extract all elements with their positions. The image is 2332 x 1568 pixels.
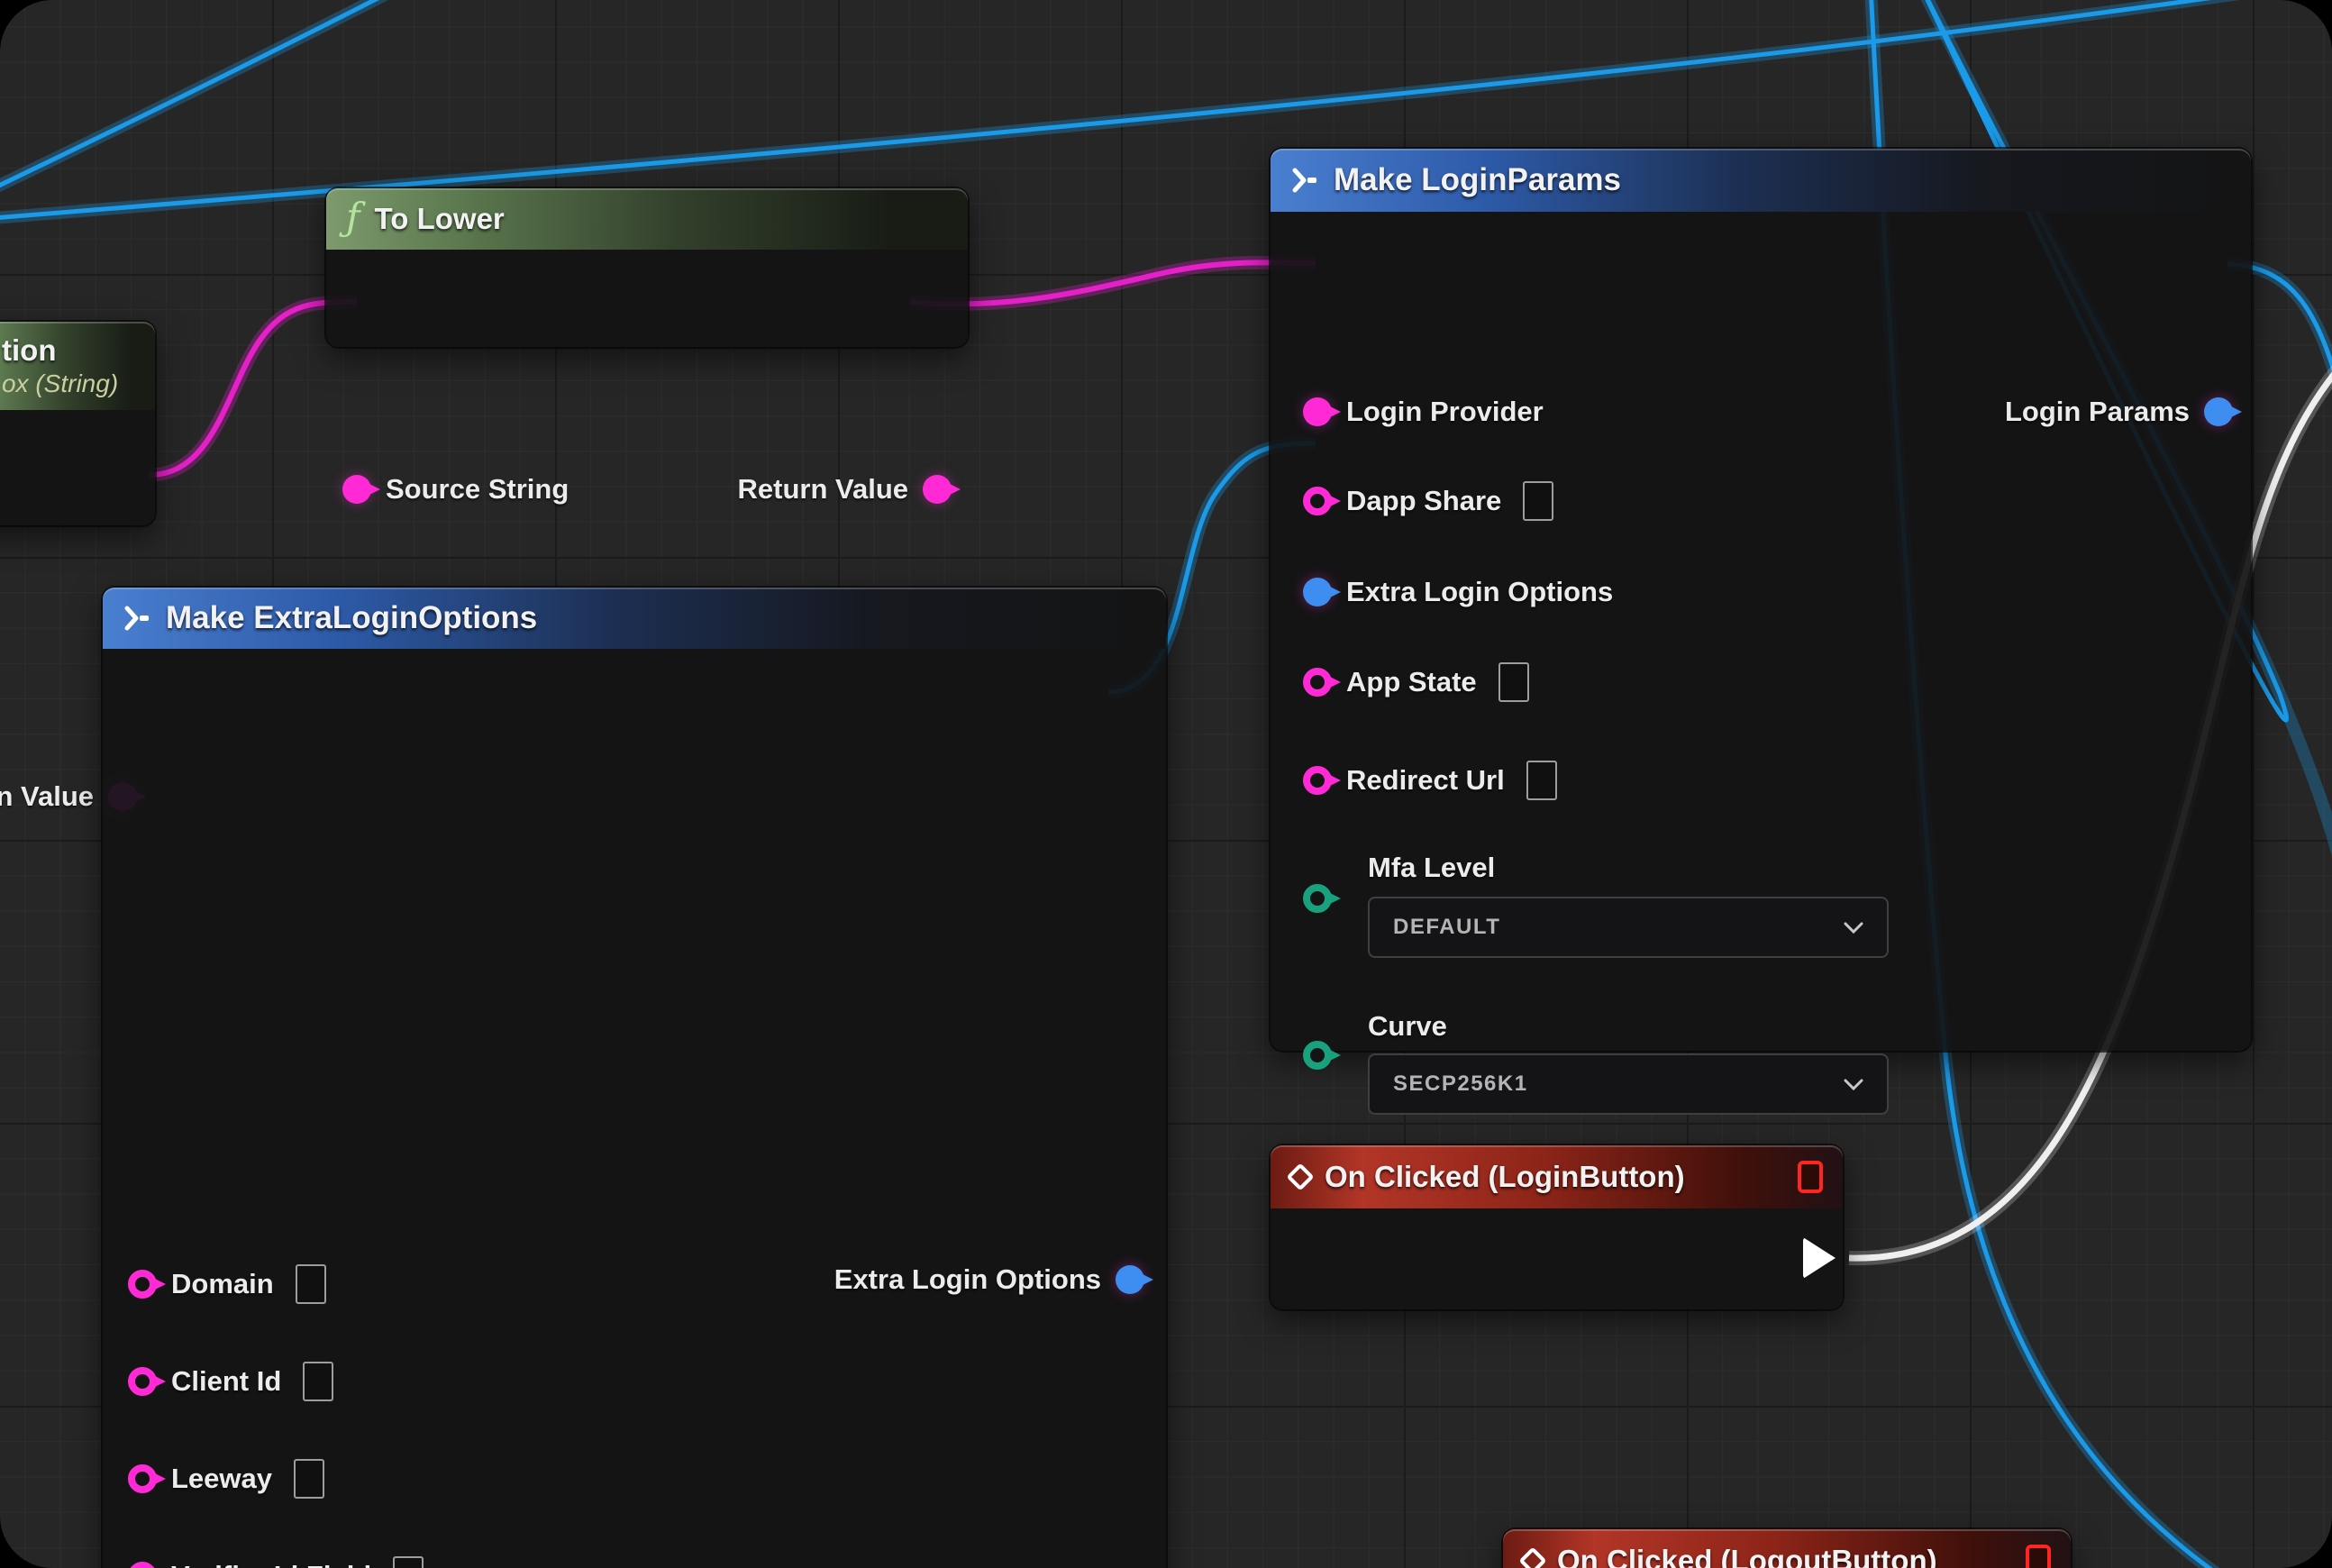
blueprint-graph-canvas[interactable]: tion ox (String) eturn Value ƒ To Lower …: [0, 0, 2332, 1568]
verifier-id-field-textbox[interactable]: [393, 1556, 424, 1568]
verifier-id-field-pin[interactable]: [128, 1562, 157, 1568]
dapp-share-pin[interactable]: [1303, 487, 1332, 515]
delegate-pin-icon[interactable]: [1798, 1161, 1823, 1193]
curve-dropdown[interactable]: SECP256K1: [1368, 1053, 1889, 1115]
pin-row-dapp-share: Dapp Share: [1303, 481, 1553, 521]
client-id-pin[interactable]: [128, 1367, 157, 1396]
make-struct-icon: [1290, 166, 1319, 195]
node-header[interactable]: On Clicked (LoginButton): [1271, 1145, 1843, 1208]
dapp-share-textbox[interactable]: [1523, 481, 1553, 521]
pin-row-leeway: Leeway: [128, 1459, 324, 1499]
login-params-output-label: Login Params: [2005, 396, 2190, 428]
make-struct-icon: [123, 604, 151, 633]
curve-label: Curve: [1368, 1010, 1447, 1043]
node-title: Make ExtraLoginOptions: [166, 600, 537, 636]
dapp-share-label: Dapp Share: [1346, 485, 1501, 517]
domain-textbox[interactable]: [296, 1264, 326, 1304]
redirect-url-label: Redirect Url: [1346, 764, 1505, 797]
delegate-pin-icon[interactable]: [2026, 1545, 2051, 1568]
client-id-label: Client Id: [171, 1365, 281, 1398]
curve-pin[interactable]: [1303, 1041, 1332, 1070]
pin-row-app-state: App State: [1303, 662, 1529, 702]
redirect-url-textbox[interactable]: [1526, 761, 1557, 800]
app-state-textbox[interactable]: [1498, 662, 1529, 702]
leeway-textbox[interactable]: [294, 1459, 324, 1499]
mfa-level-label: Mfa Level: [1368, 852, 1495, 884]
wire-blue-diagonal-topleft[interactable]: [0, 0, 401, 194]
source-string-label: Source String: [386, 473, 569, 506]
login-params-output-row: Login Params: [2005, 392, 2233, 432]
mfa-level-dropdown[interactable]: DEFAULT: [1368, 897, 1889, 958]
app-state-pin[interactable]: [1303, 668, 1332, 697]
return-value-pin[interactable]: [923, 475, 952, 504]
chevron-down-icon: [1844, 922, 1863, 934]
pin-row-extra-login-options: Extra Login Options: [1303, 572, 1613, 612]
node-header[interactable]: Make LoginParams: [1271, 149, 2251, 212]
node-title: To Lower: [375, 202, 505, 236]
login-provider-label: Login Provider: [1346, 396, 1544, 428]
source-string-pin[interactable]: [342, 475, 371, 504]
extra-login-options-pin[interactable]: [1303, 578, 1332, 606]
extra-login-options-label: Extra Login Options: [1346, 576, 1613, 608]
source-string-row: Source String: [342, 469, 569, 509]
redirect-url-pin[interactable]: [1303, 766, 1332, 795]
node-on-clicked-login-button[interactable]: On Clicked (LoginButton): [1271, 1145, 1843, 1309]
node-title: On Clicked (LogoutButton): [1557, 1544, 1937, 1568]
mfa-level-value: DEFAULT: [1393, 915, 1844, 940]
login-params-output-pin[interactable]: [2204, 397, 2233, 426]
node-to-lower[interactable]: ƒ To Lower Source String Return Value: [326, 188, 968, 347]
function-icon: ƒ: [346, 198, 360, 236]
node-title: Make LoginParams: [1334, 162, 1621, 198]
exec-output-pin[interactable]: [1803, 1237, 1836, 1279]
node-on-clicked-logout-button[interactable]: On Clicked (LogoutButton): [1503, 1529, 2071, 1568]
leeway-pin[interactable]: [128, 1464, 157, 1493]
node-title: On Clicked (LoginButton): [1325, 1160, 1685, 1194]
wire-pink-tolower-to-provider[interactable]: [910, 262, 1316, 304]
verifier-id-field-label: Verifier Id Field: [171, 1560, 371, 1568]
event-diamond-icon: [1518, 1546, 1546, 1568]
app-state-label: App State: [1346, 666, 1477, 698]
node-header[interactable]: ƒ To Lower: [326, 188, 968, 250]
node-header[interactable]: On Clicked (LogoutButton): [1503, 1529, 2071, 1568]
extra-login-options-output-row: Extra Login Options: [834, 1260, 1144, 1299]
return-value-label: Return Value: [738, 473, 909, 506]
return-value-row: Return Value: [738, 469, 952, 509]
node-header[interactable]: tion ox (String): [0, 322, 155, 410]
pin-row-verifier-id-field: Verifier Id Field: [128, 1556, 424, 1568]
return-value-label: eturn Value: [0, 780, 94, 813]
curve-value: SECP256K1: [1393, 1071, 1844, 1097]
pin-row-login-provider: Login Provider: [1303, 392, 1544, 432]
chevron-down-icon: [1844, 1079, 1863, 1090]
node-subtitle-fragment: ox (String): [2, 369, 118, 398]
mfa-level-pin[interactable]: [1303, 884, 1332, 913]
pin-row-client-id: Client Id: [128, 1362, 333, 1401]
domain-label: Domain: [171, 1268, 274, 1300]
leeway-label: Leeway: [171, 1463, 272, 1495]
node-title-fragment: tion: [2, 333, 56, 368]
login-provider-pin[interactable]: [1303, 397, 1332, 426]
node-text-box-partial[interactable]: tion ox (String) eturn Value: [0, 322, 155, 525]
node-make-login-params[interactable]: Make LoginParams Login Provider Dapp Sha…: [1271, 149, 2251, 1051]
event-diamond-icon: [1286, 1162, 1314, 1190]
pin-row-domain: Domain: [128, 1264, 326, 1304]
domain-pin[interactable]: [128, 1270, 157, 1299]
node-make-extra-login-options[interactable]: Make ExtraLoginOptions Domain Client Id …: [103, 588, 1166, 1568]
extra-login-options-output-label: Extra Login Options: [834, 1263, 1101, 1296]
node-header[interactable]: Make ExtraLoginOptions: [103, 588, 1166, 649]
pin-row-redirect-url: Redirect Url: [1303, 761, 1557, 800]
extra-login-options-output-pin[interactable]: [1116, 1265, 1144, 1294]
client-id-textbox[interactable]: [303, 1362, 333, 1401]
